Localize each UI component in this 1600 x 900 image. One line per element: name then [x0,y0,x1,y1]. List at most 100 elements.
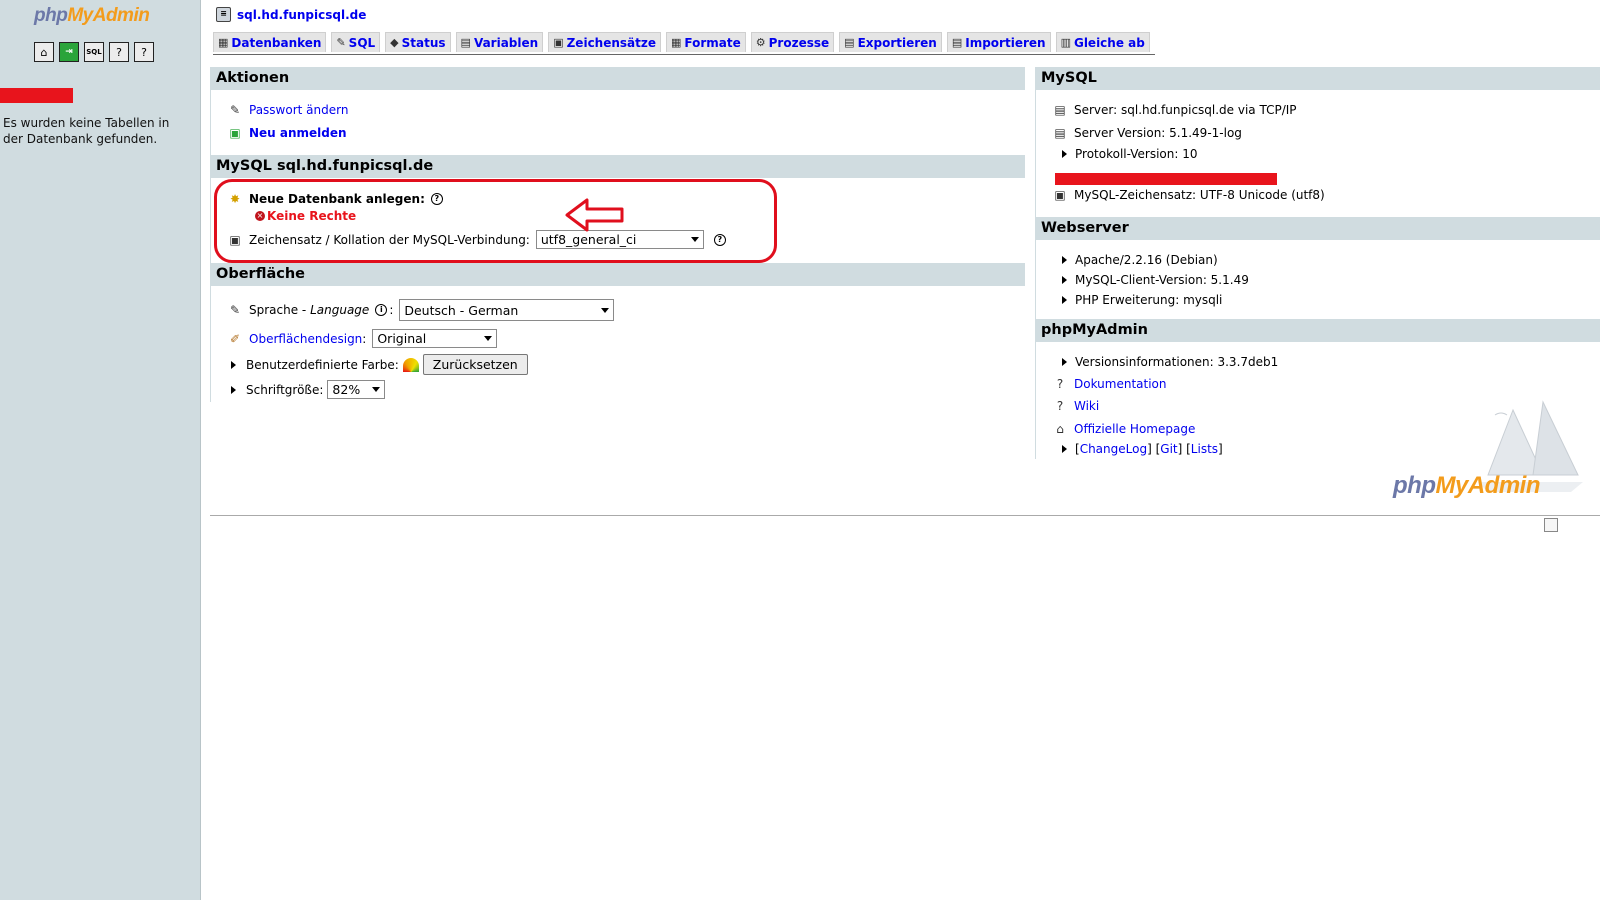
theme-row: ✐ Oberflächendesign: Original [227,329,498,348]
font-size-label: Schriftgröße: [246,382,324,397]
tab-synchronize[interactable]: ▥ Gleiche ab [1055,32,1150,52]
status-icon: ◆ [390,36,399,49]
server-version-row: ▤ Server Version: 5.1.49-1-log [1052,125,1242,140]
bullet-icon [1062,445,1067,453]
version-info-text: Versionsinformationen: 3.3.7deb1 [1075,355,1279,369]
charset-icon: ▣ [1054,187,1066,202]
tab-sql[interactable]: ✎ SQL [331,32,381,52]
webserver-heading: Webserver [1035,217,1600,240]
rainbow-color-icon[interactable] [402,357,419,372]
bullet-icon [1062,150,1067,158]
reset-button[interactable]: Zurücksetzen [422,354,528,375]
tab-databases[interactable]: ▦ Datenbanken [213,32,327,52]
wiki-link[interactable]: Wiki [1074,399,1099,413]
server-breadcrumb: ≡ sql.hd.funpicsql.de [216,7,366,22]
chevron-down-icon [372,387,381,392]
apache-row: Apache/2.2.16 (Debian) [1052,253,1218,267]
change-password-row: ✎ Passwort ändern [227,102,348,117]
footer-divider [210,515,1600,516]
git-link[interactable]: Git [1160,442,1177,456]
version-info-row: Versionsinformationen: 3.3.7deb1 [1052,355,1278,369]
sync-icon: ▥ [1060,36,1071,49]
changelog-link[interactable]: ChangeLog [1080,442,1147,456]
info-icon[interactable]: i [375,304,388,316]
tab-charsets[interactable]: ▣ Zeichensätze [548,32,661,52]
no-tables-message: Es wurden keine Tabellen in der Datenban… [3,116,170,146]
php-ext-text: PHP Erweiterung: mysqli [1075,293,1223,307]
main-frame: ≡ sql.hd.funpicsql.de ▦ Datenbanken ✎ SQL … [205,0,1600,900]
font-size-row: Schriftgröße: 82% [227,380,386,399]
language-select[interactable]: Deutsch - German [399,299,615,321]
bullet-icon [1062,256,1067,264]
server-icon: ▤ [1054,125,1066,140]
language-label: Sprache - Language [249,303,370,317]
charset-info-row: ▣ MySQL-Zeichensatz: UTF-8 Unicode (utf8… [1052,187,1325,202]
quick-links: ⌂ ⇥ SQL ? ? [34,42,154,62]
lists-link[interactable]: Lists [1191,442,1218,456]
tab-engines[interactable]: ▦ Formate [666,32,746,52]
mysql-info-heading: MySQL [1035,67,1600,90]
docs-icon: ? [1056,376,1064,391]
export-icon: ▤ [844,36,855,49]
relogin-link[interactable]: Neu anmelden [249,126,347,140]
apache-text: Apache/2.2.16 (Debian) [1075,253,1218,267]
oberflaeche-heading: Oberfläche [210,263,1025,286]
bullet-icon [1062,276,1067,284]
homepage-link[interactable]: Offizielle Homepage [1074,422,1195,436]
charset-info-text: MySQL-Zeichensatz: UTF-8 Unicode (utf8) [1074,187,1325,202]
home-icon: ⌂ [1056,421,1064,436]
expand-triangle-icon[interactable] [231,360,236,369]
mysql-server-heading: MySQL sql.hd.funpicsql.de [210,155,1025,178]
homepage-row: ⌂ Offizielle Homepage [1052,421,1195,436]
exit-icon[interactable]: ⇥ [59,42,79,62]
theme-link[interactable]: Oberflächendesign [249,332,362,346]
tab-status[interactable]: ◆ Status [385,32,451,52]
mysql-docs-icon[interactable]: ? [134,42,154,62]
theme-select[interactable]: Original [372,329,498,348]
chevron-down-icon [484,336,493,341]
server-tabs: ▦ Datenbanken ✎ SQL ◆ Status ▤ Variablen ▣ Ze… [213,32,1155,55]
mysql-client-row: MySQL-Client-Version: 5.1.49 [1052,273,1249,287]
documentation-row: ? Dokumentation [1052,376,1167,391]
language-row: ✎ Sprache - Language i : Deutsch - Germa… [227,299,615,321]
tab-processes[interactable]: ⚙ Prozesse [750,32,835,52]
relogin-row: ▣ Neu anmelden [227,125,347,140]
charset-icon: ▣ [553,36,564,49]
db-icon: ▦ [218,36,229,49]
php-ext-row: PHP Erweiterung: mysqli [1052,293,1222,307]
import-icon: ▤ [951,36,963,49]
font-size-select[interactable]: 82% [327,380,386,399]
server-icon: ≡ [216,7,231,22]
annotation-arrow-icon [565,198,624,232]
password-icon: ✎ [229,102,241,117]
phpmyadmin-heading: phpMyAdmin [1035,319,1600,342]
server-info-row: ▤ Server: sql.hd.funpicsql.de via TCP/IP [1052,102,1297,117]
mysql-client-text: MySQL-Client-Version: 5.1.49 [1075,273,1249,287]
bullet-icon [1062,358,1067,366]
paintbrush-icon: ✐ [229,331,241,346]
processes-icon: ⚙ [755,36,766,49]
server-link[interactable]: sql.hd.funpicsql.de [237,8,366,22]
language-icon: ✎ [229,303,241,317]
print-view-icon[interactable] [1544,518,1558,532]
server-version-text: Server Version: 5.1.49-1-log [1074,125,1242,140]
phpmyadmin-logo[interactable]: phpMyAdmin [34,5,150,27]
server-info-text: Server: sql.hd.funpicsql.de via TCP/IP [1074,102,1297,117]
sql-icon[interactable]: SQL [84,42,104,62]
expand-triangle-icon[interactable] [231,385,236,394]
protocol-row: Protokoll-Version: 10 [1052,147,1198,161]
change-password-link[interactable]: Passwort ändern [249,103,348,117]
documentation-link[interactable]: Dokumentation [1074,377,1167,391]
tab-variables[interactable]: ▤ Variablen [455,32,544,52]
aktionen-heading: Aktionen [210,67,1025,90]
tab-import[interactable]: ▤ Importieren [946,32,1051,52]
variables-icon: ▤ [460,36,471,49]
docs-icon[interactable]: ? [109,42,129,62]
docs-icon: ? [1056,398,1064,413]
exit-icon: ▣ [229,125,241,140]
engines-icon: ▦ [671,36,682,49]
home-icon[interactable]: ⌂ [34,42,54,62]
sql-icon: ✎ [336,36,346,49]
tab-export[interactable]: ▤ Exportieren [839,32,942,52]
protocol-text: Protokoll-Version: 10 [1075,147,1198,161]
